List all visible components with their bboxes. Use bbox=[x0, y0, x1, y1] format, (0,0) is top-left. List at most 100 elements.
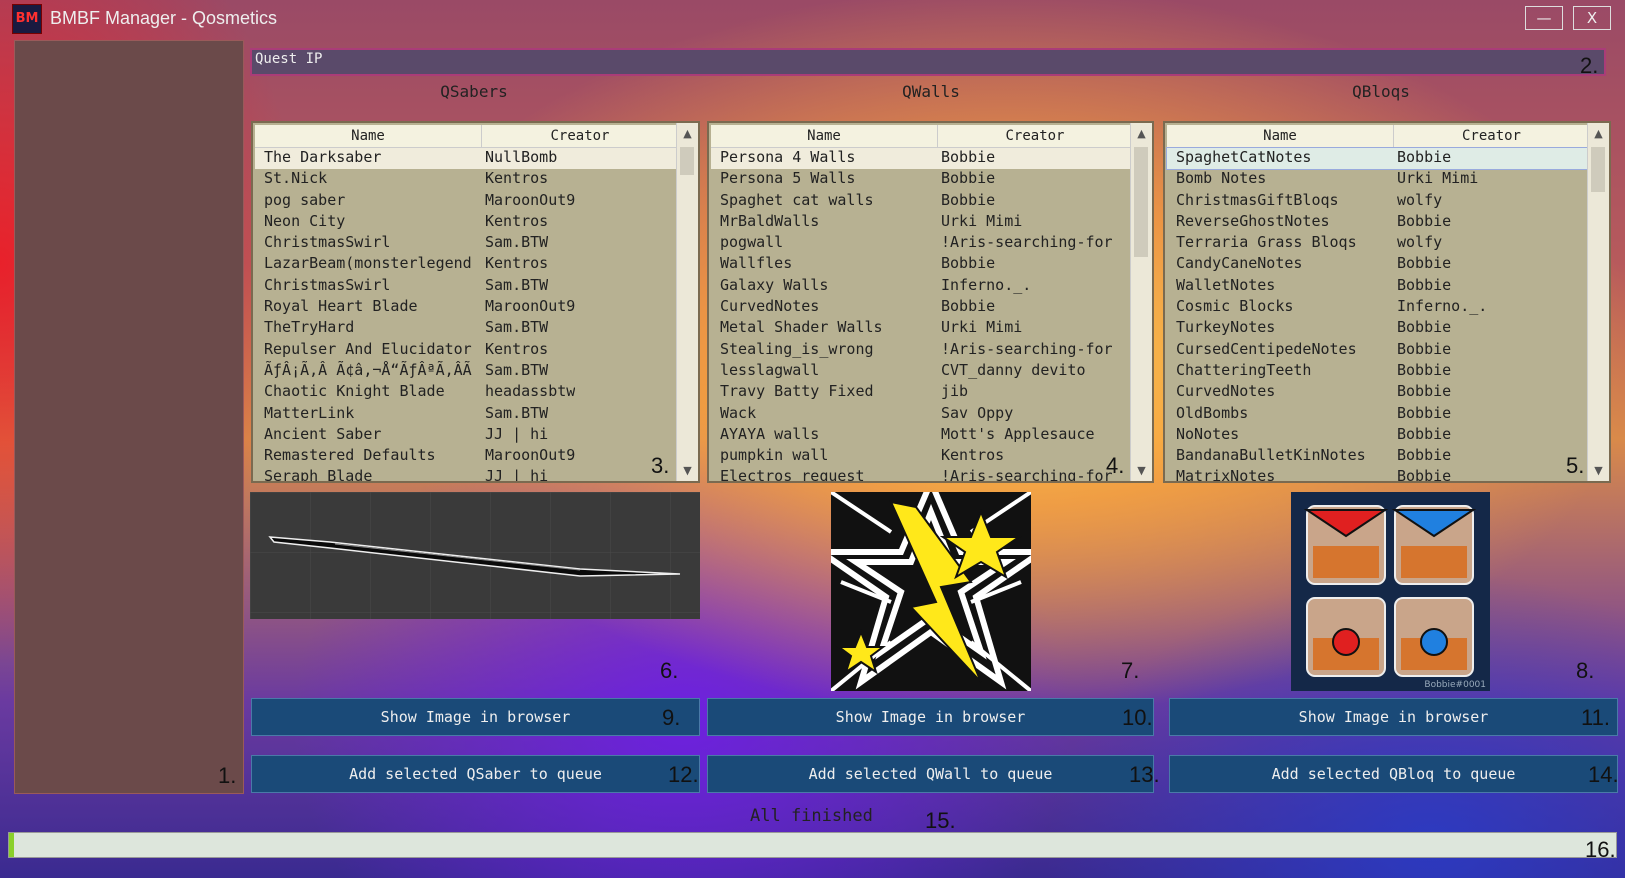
qwalls-list[interactable]: Name Creator Persona 4 Walls Bobbie Person… bbox=[707, 121, 1154, 483]
list-row[interactable]: Metal Shader Walls Urki Mimi bbox=[711, 318, 1133, 339]
list-row[interactable]: Persona 5 Walls Bobbie bbox=[711, 169, 1133, 190]
row-creator: Bobbie bbox=[1397, 275, 1452, 294]
list-row[interactable]: TheTryHard Sam.BTW bbox=[255, 318, 679, 339]
qbloqs-scrollbar[interactable]: ▲ ▼ bbox=[1587, 123, 1609, 481]
row-name: Royal Heart Blade bbox=[264, 297, 418, 316]
list-row[interactable]: The Darksaber NullBomb bbox=[255, 148, 679, 170]
list-row[interactable]: CurvedNotes Bobbie bbox=[711, 297, 1133, 318]
list-row[interactable]: Royal Heart Blade MaroonOut9 bbox=[255, 297, 679, 318]
list-header: Name Creator bbox=[255, 125, 679, 148]
list-row[interactable]: ChatteringTeeth Bobbie bbox=[1167, 361, 1590, 382]
scroll-thumb[interactable] bbox=[1134, 147, 1148, 257]
list-row[interactable]: Remastered Defaults MaroonOut9 bbox=[255, 446, 679, 467]
list-row[interactable]: Bomb Notes Urki Mimi bbox=[1167, 169, 1590, 190]
qwall-show-image-button[interactable]: Show Image in browser bbox=[707, 698, 1154, 736]
title-bar: BM BMBF Manager - Qosmetics — X bbox=[0, 0, 1625, 37]
list-row[interactable]: pogwall !Aris-searching-for bbox=[711, 233, 1133, 254]
list-row[interactable]: Wack Sav Oppy bbox=[711, 404, 1133, 425]
list-row[interactable]: Galaxy Walls Inferno._. bbox=[711, 276, 1133, 297]
list-row[interactable]: NoNotes Bobbie bbox=[1167, 425, 1590, 446]
list-row[interactable]: Travy Batty Fixed jib bbox=[711, 382, 1133, 403]
list-row[interactable]: Wallfles Bobbie bbox=[711, 254, 1133, 275]
row-creator: JJ | hi bbox=[485, 467, 549, 483]
name-column-header[interactable]: Name bbox=[255, 125, 482, 147]
list-row[interactable]: ChristmasSwirl Sam.BTW bbox=[255, 276, 679, 297]
progress-bar bbox=[8, 832, 1617, 858]
list-row[interactable]: Persona 4 Walls Bobbie bbox=[711, 148, 1133, 170]
row-creator: Bobbie bbox=[1397, 446, 1452, 465]
row-creator: MaroonOut9 bbox=[485, 190, 576, 209]
row-name: ChristmasSwirl bbox=[264, 233, 391, 252]
qwalls-scrollbar[interactable]: ▲ ▼ bbox=[1130, 123, 1152, 481]
list-row[interactable]: pumpkin wall Kentros bbox=[711, 446, 1133, 467]
qbloqs-rows: SpaghetCatNotes Bobbie Bomb Notes Urki Mimi… bbox=[1166, 146, 1591, 483]
add-qwall-button[interactable]: Add selected QWall to queue bbox=[707, 755, 1154, 793]
list-row[interactable]: AYAYA walls Mott's Applesauce bbox=[711, 425, 1133, 446]
list-row[interactable]: Ancient Saber JJ | hi bbox=[255, 425, 679, 446]
qsaber-show-image-button[interactable]: Show Image in browser bbox=[251, 698, 700, 736]
row-creator: CVT_danny devito bbox=[941, 360, 1086, 379]
row-name: Neon City bbox=[264, 211, 346, 230]
list-row[interactable]: TurkeyNotes Bobbie bbox=[1167, 318, 1590, 339]
list-row[interactable]: ÃƒÂ¡Ã‚Â Ã¢â‚¬Å“ÃƒÂªÃ‚ÂÃ Sam.BTW bbox=[255, 361, 679, 382]
name-column-header[interactable]: Name bbox=[1167, 125, 1394, 147]
list-row[interactable]: St.Nick Kentros bbox=[255, 169, 679, 190]
list-row[interactable]: Seraph Blade JJ | hi bbox=[255, 467, 679, 483]
qsabers-scrollbar[interactable]: ▲ ▼ bbox=[676, 123, 698, 481]
add-qbloq-button[interactable]: Add selected QBloq to queue bbox=[1169, 755, 1618, 793]
list-row[interactable]: ChristmasSwirl Sam.BTW bbox=[255, 233, 679, 254]
scroll-up-icon[interactable]: ▲ bbox=[677, 123, 698, 144]
list-row[interactable]: Repulser And Elucidator Kentros bbox=[255, 340, 679, 361]
list-row[interactable]: Spaghet cat walls Bobbie bbox=[711, 191, 1133, 212]
add-qsaber-button[interactable]: Add selected QSaber to queue bbox=[251, 755, 700, 793]
list-row[interactable]: Chaotic Knight Blade headassbtw bbox=[255, 382, 679, 403]
creator-column-header[interactable]: Creator bbox=[482, 125, 679, 147]
qbloqs-list[interactable]: Name Creator SpaghetCatNotes Bobbie Bomb N… bbox=[1163, 121, 1611, 483]
scroll-down-icon[interactable]: ▼ bbox=[677, 460, 698, 481]
row-creator: Bobbie bbox=[1397, 211, 1452, 230]
list-row[interactable]: Electros_request !Aris-searching-for bbox=[711, 467, 1133, 481]
row-name: CandyCaneNotes bbox=[1176, 254, 1303, 273]
list-row[interactable]: CurvedNotes Bobbie bbox=[1167, 382, 1590, 403]
list-row[interactable]: WalletNotes Bobbie bbox=[1167, 276, 1590, 297]
creator-column-header[interactable]: Creator bbox=[938, 125, 1133, 147]
callout-8: 8. bbox=[1576, 658, 1595, 683]
scroll-thumb[interactable] bbox=[1591, 147, 1605, 192]
list-row[interactable]: MatterLink Sam.BTW bbox=[255, 404, 679, 425]
saber-render-icon bbox=[250, 492, 700, 619]
list-row[interactable]: SpaghetCatNotes Bobbie bbox=[1166, 146, 1591, 171]
scroll-up-icon[interactable]: ▲ bbox=[1588, 123, 1609, 144]
list-row[interactable]: Cosmic Blocks Inferno._. bbox=[1167, 297, 1590, 318]
scroll-thumb[interactable] bbox=[680, 147, 694, 175]
qsabers-rows: The Darksaber NullBomb St.Nick Kentros pog s… bbox=[255, 148, 679, 483]
scroll-down-icon[interactable]: ▼ bbox=[1588, 460, 1609, 481]
minimize-button[interactable]: — bbox=[1525, 6, 1563, 30]
list-row[interactable]: ReverseGhostNotes Bobbie bbox=[1167, 212, 1590, 233]
name-column-header[interactable]: Name bbox=[711, 125, 938, 147]
list-row[interactable]: OldBombs Bobbie bbox=[1167, 404, 1590, 425]
list-row[interactable]: CandyCaneNotes Bobbie bbox=[1167, 254, 1590, 275]
list-row[interactable]: Terraria Grass Bloqs wolfy bbox=[1167, 233, 1590, 254]
creator-column-header[interactable]: Creator bbox=[1394, 125, 1590, 147]
list-row[interactable]: pog saber MaroonOut9 bbox=[255, 191, 679, 212]
list-row[interactable]: Neon City Kentros bbox=[255, 212, 679, 233]
list-row[interactable]: CursedCentipedeNotes Bobbie bbox=[1167, 340, 1590, 361]
list-row[interactable]: MrBaldWalls Urki Mimi bbox=[711, 212, 1133, 233]
list-row[interactable]: Stealing_is_wrong !Aris-searching-for bbox=[711, 340, 1133, 361]
row-name: The Darksaber bbox=[264, 148, 382, 166]
row-name: ReverseGhostNotes bbox=[1176, 211, 1330, 230]
list-row[interactable]: ChristmasGiftBloqs wolfy bbox=[1167, 191, 1590, 212]
close-button[interactable]: X bbox=[1573, 6, 1611, 30]
quest-ip-input[interactable]: Quest IP bbox=[250, 48, 1606, 76]
row-name: Ancient Saber bbox=[264, 424, 382, 443]
row-name: MatrixNotes bbox=[1176, 467, 1276, 483]
list-row[interactable]: LazarBeam(monsterlegend Kentros bbox=[255, 254, 679, 275]
list-row[interactable]: lesslagwall CVT_danny devito bbox=[711, 361, 1133, 382]
row-creator: Bobbie bbox=[1397, 403, 1452, 422]
qbloq-show-image-button[interactable]: Show Image in browser bbox=[1169, 698, 1618, 736]
scroll-up-icon[interactable]: ▲ bbox=[1131, 123, 1152, 144]
qsabers-list[interactable]: Name Creator The Darksaber NullBomb St.Nic… bbox=[251, 121, 700, 483]
scroll-down-icon[interactable]: ▼ bbox=[1131, 460, 1152, 481]
list-row[interactable]: BandanaBulletKinNotes Bobbie bbox=[1167, 446, 1590, 467]
list-row[interactable]: MatrixNotes Bobbie bbox=[1167, 467, 1590, 483]
